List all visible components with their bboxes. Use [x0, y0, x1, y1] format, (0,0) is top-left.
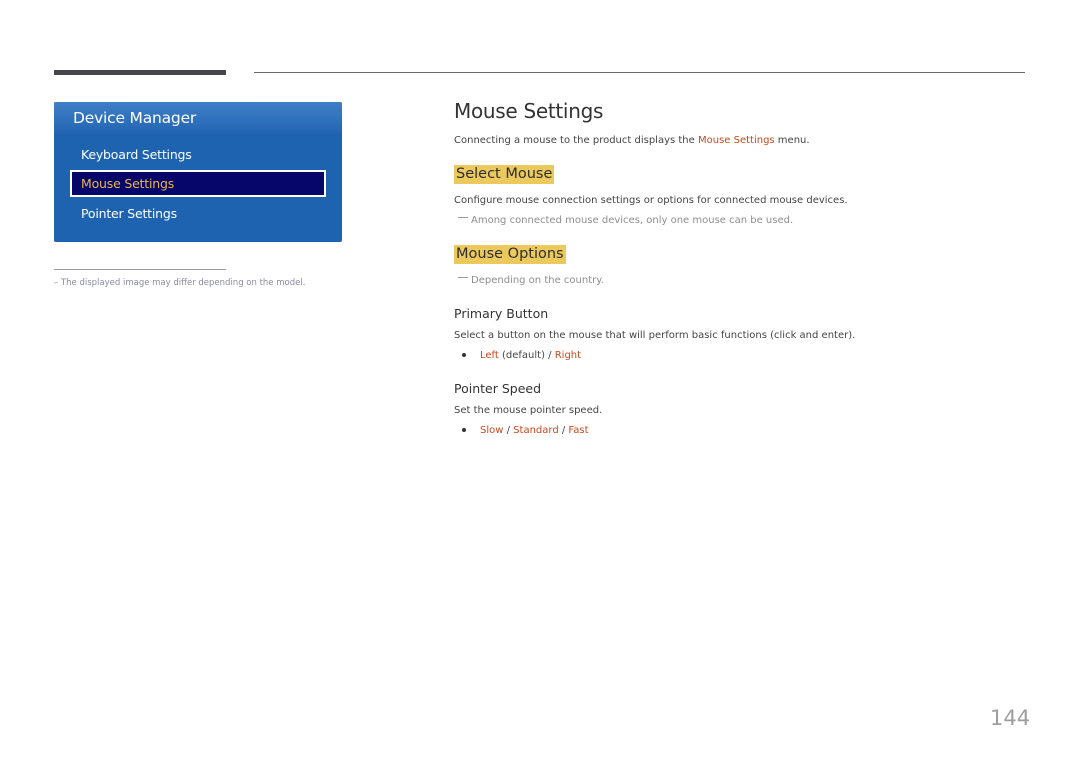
page-title: Mouse Settings — [454, 99, 604, 123]
header-rule-thick — [54, 70, 226, 75]
pointer-speed-description: Set the mouse pointer speed. — [454, 405, 603, 416]
menu-item-keyboard-settings[interactable]: Keyboard Settings — [70, 142, 326, 169]
primary-button-options: Left (default) / Right — [454, 350, 581, 361]
intro-link-mouse-settings: Mouse Settings — [697, 135, 775, 146]
menu-item-pointer-settings[interactable]: Pointer Settings — [70, 201, 326, 228]
note-text: Depending on the country. — [471, 275, 604, 286]
intro-text: Connecting a mouse to the product displa… — [454, 135, 810, 146]
panel-title: Device Manager — [73, 109, 197, 127]
intro-suffix: menu. — [774, 135, 810, 146]
mouse-options-note: Depending on the country. — [454, 275, 604, 286]
section-heading-select-mouse: Select Mouse — [454, 165, 555, 184]
pointer-speed-options: Slow / Standard / Fast — [454, 425, 589, 436]
separator: / — [503, 425, 514, 436]
note-dash-icon — [458, 217, 468, 218]
bullet-icon — [462, 427, 466, 432]
separator: / — [558, 425, 569, 436]
page-number: 144 — [990, 706, 1031, 730]
option-slow: Slow — [480, 425, 504, 436]
header-rule-thin — [254, 72, 1025, 73]
note-text: Among connected mouse devices, only one … — [471, 215, 794, 226]
primary-button-heading: Primary Button — [454, 306, 549, 321]
select-mouse-description: Configure mouse connection settings or o… — [454, 195, 848, 206]
primary-button-description: Select a button on the mouse that will p… — [454, 330, 856, 341]
bullet-icon — [462, 352, 466, 357]
option-left: Left — [480, 350, 499, 361]
device-manager-panel: Device Manager Keyboard Settings Mouse S… — [54, 102, 342, 242]
option-standard: Standard — [513, 425, 559, 436]
section-heading-mouse-options: Mouse Options — [454, 245, 566, 264]
option-right: Right — [554, 350, 582, 361]
option-fast: Fast — [568, 425, 589, 436]
option-default-label: (default) / — [498, 350, 555, 361]
note-dash-icon — [458, 277, 468, 278]
select-mouse-note: Among connected mouse devices, only one … — [454, 215, 793, 226]
footnote-rule — [54, 269, 226, 270]
footnote: – The displayed image may differ dependi… — [54, 278, 306, 288]
intro-prefix: Connecting a mouse to the product displa… — [454, 135, 698, 146]
pointer-speed-heading: Pointer Speed — [454, 381, 542, 396]
menu-item-mouse-settings[interactable]: Mouse Settings — [70, 170, 326, 197]
